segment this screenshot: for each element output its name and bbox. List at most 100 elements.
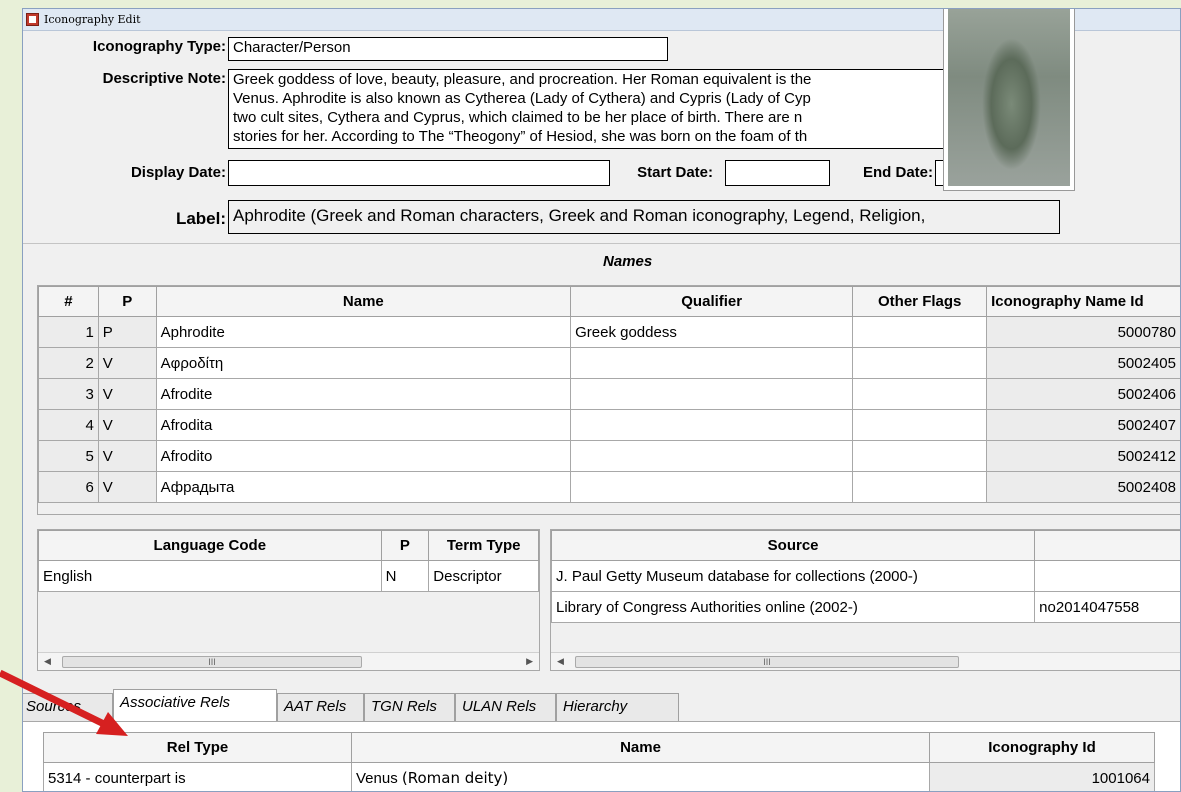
rel-name-cell[interactable]: Venus (Roman deity) (351, 762, 930, 791)
source-name[interactable]: Library of Congress Authorities online (… (550, 591, 1036, 623)
row-name[interactable]: Afrodita (155, 409, 572, 441)
row-flags[interactable] (852, 316, 988, 348)
col-qualifier[interactable]: Qualifier (570, 286, 854, 317)
col-iconography-name-id[interactable]: Iconography Name Id (986, 286, 1180, 317)
table-row[interactable]: 3 V Afrodite 5002406 (38, 378, 1180, 410)
row-name[interactable]: Afrodito (155, 440, 572, 472)
scroll-right-icon[interactable]: ▶ (526, 656, 533, 667)
row-flags[interactable] (852, 409, 988, 441)
tab-hierarchy[interactable]: Hierarchy (556, 693, 679, 721)
row-flags[interactable] (852, 378, 988, 410)
note-line: stories for her. According to The “Theog… (233, 128, 808, 145)
col-other-flags[interactable]: Other Flags (852, 286, 988, 317)
term-type[interactable]: Descriptor (428, 560, 539, 592)
iconography-type-label: Iconography Type: (92, 38, 226, 55)
language-table: Language Code P Term Type English N Desc… (38, 530, 539, 592)
descriptive-note-field[interactable]: Greek goddess of love, beauty, pleasure,… (228, 69, 948, 149)
col-language-p[interactable]: P (380, 530, 430, 561)
col-rel-name[interactable]: Name (351, 732, 930, 763)
row-p[interactable]: V (97, 440, 157, 472)
scroll-thumb[interactable]: III (62, 656, 362, 668)
table-row[interactable]: 6 V Афрадыта 5002408 (38, 471, 1180, 503)
col-iconography-id[interactable]: Iconography Id (929, 732, 1155, 763)
row-p[interactable]: V (97, 347, 157, 379)
row-name[interactable]: Афрадыта (155, 471, 572, 503)
names-panel: # P Name Qualifier Other Flags Iconograp… (37, 285, 1180, 515)
table-row[interactable]: 2 V Αφροδίτη 5002405 (38, 347, 1180, 379)
row-qualifier[interactable] (570, 409, 854, 441)
table-row[interactable]: Library of Congress Authorities online (… (550, 591, 1180, 623)
row-qualifier[interactable] (570, 471, 854, 503)
col-name[interactable]: Name (155, 286, 572, 317)
form-separator (23, 243, 1180, 244)
table-row[interactable]: 1 P Aphrodite Greek goddess 5000780 (38, 316, 1180, 348)
iconography-type-field[interactable]: Character/Person (228, 37, 668, 61)
rel-name: Venus (356, 770, 398, 787)
row-name[interactable]: Afrodite (155, 378, 572, 410)
col-term-type[interactable]: Term Type (428, 530, 539, 561)
col-source[interactable]: Source (550, 530, 1036, 561)
language-panel: Language Code P Term Type English N Desc… (37, 529, 540, 671)
col-num[interactable]: # (38, 286, 99, 317)
tab-ulan-rels[interactable]: ULAN Rels (455, 693, 556, 721)
rel-iconography-id: 1001064 (929, 762, 1155, 791)
row-name[interactable]: Αφροδίτη (155, 347, 572, 379)
table-row[interactable]: 5314 - counterpart is Venus (Roman deity… (43, 762, 1155, 791)
associative-rels-panel: Rel Type Name Iconography Id 5314 - coun… (23, 721, 1180, 791)
row-num: 4 (38, 409, 99, 441)
col-p[interactable]: P (97, 286, 157, 317)
note-line: two cult sites, Cythera and Cyprus, whic… (233, 109, 803, 126)
source-table: Source J. Paul Getty Museum database for… (550, 530, 1180, 623)
row-num: 6 (38, 471, 99, 503)
tab-aat-rels[interactable]: AAT Rels (277, 693, 364, 721)
row-qualifier[interactable] (570, 378, 854, 410)
scroll-left-icon[interactable]: ◀ (44, 656, 51, 667)
row-id: 5002405 (986, 347, 1180, 379)
row-flags[interactable] (852, 347, 988, 379)
tab-tgn-rels[interactable]: TGN Rels (364, 693, 455, 721)
source-extra[interactable] (1034, 560, 1180, 592)
source-hscroll[interactable]: ◀ III (551, 652, 1180, 670)
language-p[interactable]: N (380, 560, 430, 592)
row-p[interactable]: V (97, 409, 157, 441)
source-panel: Source J. Paul Getty Museum database for… (550, 529, 1180, 671)
iconography-edit-window: Iconography Edit Iconography Type: Chara… (22, 8, 1181, 792)
row-name[interactable]: Aphrodite (155, 316, 572, 348)
row-flags[interactable] (852, 440, 988, 472)
end-date-label: End Date: (862, 164, 933, 181)
language-code[interactable]: English (38, 560, 382, 592)
row-qualifier[interactable]: Greek goddess (570, 316, 854, 348)
label-label: Label: (175, 209, 226, 228)
table-row[interactable]: 4 V Afrodita 5002407 (38, 409, 1180, 441)
source-extra[interactable]: no2014047558 (1034, 591, 1180, 623)
source-name[interactable]: J. Paul Getty Museum database for collec… (550, 560, 1036, 592)
row-num: 2 (38, 347, 99, 379)
table-row[interactable]: English N Descriptor (38, 560, 539, 592)
names-table: # P Name Qualifier Other Flags Iconograp… (38, 286, 1180, 503)
display-date-field[interactable] (228, 160, 610, 186)
row-p[interactable]: V (97, 471, 157, 503)
start-date-field[interactable] (725, 160, 830, 186)
row-p[interactable]: V (97, 378, 157, 410)
window-title: Iconography Edit (44, 13, 141, 26)
associative-rels-table: Rel Type Name Iconography Id 5314 - coun… (43, 732, 1155, 791)
col-language-code[interactable]: Language Code (38, 530, 382, 561)
row-flags[interactable] (852, 471, 988, 503)
row-id: 5002408 (986, 471, 1180, 503)
note-line: Venus. Aphrodite is also known as Cyther… (233, 90, 811, 107)
row-qualifier[interactable] (570, 347, 854, 379)
row-qualifier[interactable] (570, 440, 854, 472)
row-id: 5000780 (986, 316, 1180, 348)
artwork-thumbnail[interactable] (943, 9, 1075, 191)
table-row[interactable]: 5 V Afrodito 5002412 (38, 440, 1180, 472)
display-date-label: Display Date: (130, 164, 226, 181)
row-num: 3 (38, 378, 99, 410)
rel-type[interactable]: 5314 - counterpart is (43, 762, 352, 791)
scroll-thumb[interactable]: III (575, 656, 959, 668)
row-p[interactable]: P (97, 316, 157, 348)
label-field: Aphrodite (Greek and Roman characters, G… (228, 200, 1060, 234)
scroll-left-icon[interactable]: ◀ (557, 656, 564, 667)
row-num: 5 (38, 440, 99, 472)
col-source-extra[interactable] (1034, 530, 1180, 561)
table-row[interactable]: J. Paul Getty Museum database for collec… (550, 560, 1180, 592)
